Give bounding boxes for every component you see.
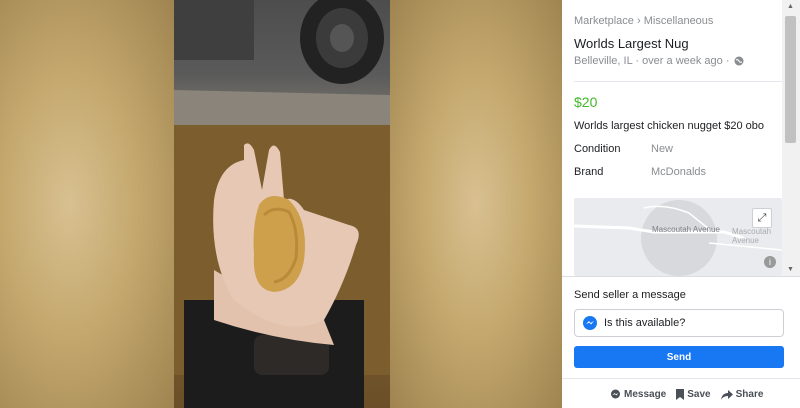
listing-scroll-area[interactable]: Marketplace › Miscellaneous ⌄ Worlds Lar… — [562, 0, 794, 276]
breadcrumb-category[interactable]: Miscellaneous — [644, 15, 714, 27]
save-button[interactable]: Save — [676, 389, 711, 400]
messenger-icon — [583, 316, 597, 330]
detail-value: McDonalds — [651, 166, 707, 178]
message-label: Message — [624, 389, 667, 400]
message-icon — [611, 389, 620, 399]
send-message-label: Send seller a message — [574, 289, 686, 301]
scroll-down-icon[interactable]: ▼ — [787, 266, 794, 273]
message-button[interactable]: Message — [610, 389, 666, 400]
bookmark-icon — [676, 389, 685, 400]
share-label: Share — [735, 389, 764, 400]
save-label: Save — [687, 389, 711, 400]
listing-title: Worlds Largest Nug — [574, 36, 689, 51]
message-text: Is this available? — [604, 317, 686, 329]
share-icon — [720, 389, 733, 400]
info-icon[interactable]: i — [764, 256, 776, 268]
message-input[interactable]: Is this available? — [574, 309, 784, 337]
listing-description: Worlds largest chicken nugget $20 obo — [574, 120, 764, 132]
map-road-label: Mascoutah Avenue — [732, 227, 772, 245]
blurred-backdrop-right — [390, 0, 562, 408]
location-time: Belleville, IL · over a week ago · — [574, 55, 730, 67]
listing-details-panel: Marketplace › Miscellaneous ⌄ Worlds Lar… — [562, 0, 800, 408]
breadcrumb: Marketplace › Miscellaneous — [574, 15, 794, 27]
scrollbar[interactable]: ▲ ▼ — [782, 0, 800, 276]
detail-row-brand: Brand McDonalds — [574, 166, 794, 178]
detail-value: New — [651, 143, 674, 155]
listing-meta: Belleville, IL · over a week ago · — [574, 55, 794, 67]
divider — [562, 276, 800, 277]
photo-viewer[interactable] — [0, 0, 562, 408]
send-button[interactable]: Send — [574, 346, 784, 368]
breadcrumb-separator: › — [636, 15, 641, 27]
scroll-up-icon[interactable]: ▲ — [787, 3, 794, 10]
divider — [562, 378, 800, 379]
listing-photo — [174, 0, 390, 408]
detail-key: Brand — [574, 166, 604, 178]
listing-price: $20 — [574, 94, 598, 110]
blurred-backdrop-left — [0, 0, 174, 408]
divider — [574, 81, 784, 82]
detail-key: Condition — [574, 143, 621, 155]
share-button[interactable]: Share — [720, 389, 764, 400]
send-message-section: Send seller a message Is this available?… — [574, 289, 784, 368]
breadcrumb-marketplace[interactable]: Marketplace — [574, 15, 634, 27]
location-map[interactable]: Mascoutah Avenue Mascoutah Avenue ⤢ i — [574, 198, 782, 276]
scrollbar-thumb[interactable] — [785, 16, 796, 143]
expand-icon[interactable]: ⤢ — [752, 208, 772, 228]
detail-row-condition: Condition New — [574, 143, 794, 155]
action-bar: Message Save Share — [610, 389, 763, 400]
globe-icon — [734, 56, 743, 66]
map-road-label: Mascoutah Avenue — [652, 225, 720, 234]
